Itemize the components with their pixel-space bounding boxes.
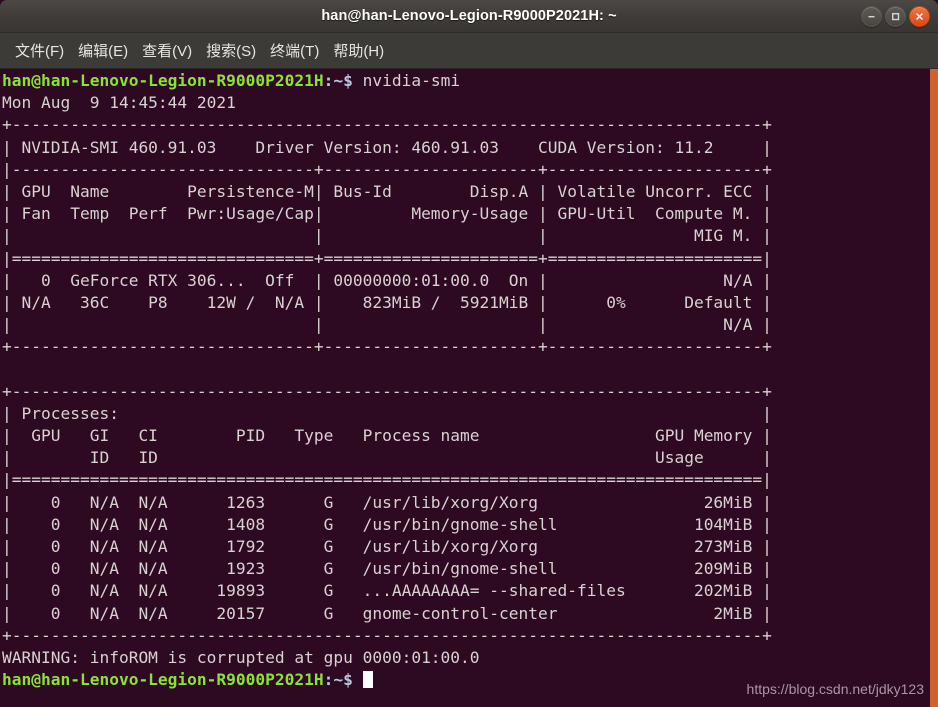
smi-line: | N/A 36C P8 12W / N/A | 823MiB / 5921Mi… [2, 292, 772, 312]
smi-line: | GPU GI CI PID Type Process name GPU Me… [2, 426, 772, 445]
smi-line: +---------------------------------------… [2, 625, 772, 645]
smi-line: | 0 GeForce RTX 306... Off | 00000000:01… [2, 270, 772, 290]
terminal-output[interactable]: han@han-Lenovo-Legion-R9000P2021H:~$ nvi… [0, 69, 930, 707]
smi-line: +---------------------------------------… [2, 115, 772, 135]
text-cursor[interactable] [362, 671, 373, 689]
command-line: han@han-Lenovo-Legion-R9000P2021H:~$ nvi… [2, 70, 930, 92]
smi-line: +---------------------------------------… [2, 381, 772, 401]
smi-line: | Fan Temp Perf Pwr:Usage/Cap| Memory-Us… [2, 204, 772, 224]
final-prompt-separator: : [323, 670, 334, 690]
prompt-sigil: $ [343, 71, 353, 90]
smi-line: |-------------------------------+-------… [2, 159, 772, 179]
warning-line: WARNING: infoROM is corrupted at gpu 000… [2, 647, 480, 667]
smi-line: | 0 N/A N/A 1923 G /usr/bin/gnome-shell … [2, 559, 772, 579]
smi-line: |===============================+=======… [2, 248, 772, 268]
close-icon[interactable] [909, 5, 930, 27]
smi-line: | | | N/A | [2, 315, 772, 335]
smi-line: | 0 N/A N/A 20157 G gnome-control-center… [2, 603, 772, 623]
smi-line [2, 358, 930, 380]
smi-line: | 0 N/A N/A 1408 G /usr/bin/gnome-shell … [2, 514, 772, 534]
menu-item-search[interactable]: 搜索(S) [199, 37, 263, 64]
smi-line: +-------------------------------+-------… [2, 337, 772, 357]
smi-line: | Processes: | [2, 403, 772, 423]
prompt-user-host: han@han-Lenovo-Legion-R9000P2021H [2, 71, 324, 90]
prompt-separator: : [323, 71, 334, 90]
final-prompt-sigil: $ [343, 670, 353, 690]
menu-item-edit[interactable]: 编辑(E) [71, 37, 135, 64]
smi-ascii-output: +---------------------------------------… [2, 114, 930, 647]
smi-line: | 0 N/A N/A 1792 G /usr/lib/xorg/Xorg 27… [2, 536, 772, 556]
smi-timestamp: Mon Aug 9 14:45:44 2021 [2, 93, 236, 113]
prompt-path: ~ [333, 71, 344, 90]
window-title: han@han-Lenovo-Legion-R9000P2021H: ~ [321, 8, 617, 24]
menu-item-help[interactable]: 帮助(H) [326, 37, 391, 64]
smi-line: | ID ID Usage | [2, 448, 772, 468]
terminal-area[interactable]: han@han-Lenovo-Legion-R9000P2021H:~$ nvi… [0, 69, 938, 707]
terminal-window: han@han-Lenovo-Legion-R9000P2021H: ~ 文件(… [0, 0, 938, 707]
window-controls [861, 0, 930, 32]
menu-bar: 文件(F) 编辑(E) 查看(V) 搜索(S) 终端(T) 帮助(H) [0, 33, 938, 69]
smi-line: | | | MIG M. | [2, 226, 772, 246]
final-prompt-path: ~ [333, 670, 344, 690]
menu-item-file[interactable]: 文件(F) [8, 37, 71, 64]
smi-line: | NVIDIA-SMI 460.91.03 Driver Version: 4… [2, 137, 772, 157]
typed-command: nvidia-smi [362, 71, 461, 90]
menu-item-terminal[interactable]: 终端(T) [263, 37, 326, 64]
final-prompt-space [353, 670, 363, 689]
title-bar[interactable]: han@han-Lenovo-Legion-R9000P2021H: ~ [0, 0, 938, 33]
final-prompt-user-host: han@han-Lenovo-Legion-R9000P2021H [2, 670, 324, 690]
smi-line: | GPU Name Persistence-M| Bus-Id Disp.A … [2, 181, 772, 201]
watermark: https://blog.csdn.net/jdky123 [746, 681, 924, 697]
smi-line: |=======================================… [2, 470, 772, 490]
minimize-icon[interactable] [861, 5, 882, 27]
smi-line: | 0 N/A N/A 1263 G /usr/lib/xorg/Xorg 26… [2, 492, 772, 512]
scrollbar[interactable] [930, 69, 938, 707]
smi-line: | 0 N/A N/A 19893 G ...AAAAAAAA= --share… [2, 581, 772, 601]
menu-item-view[interactable]: 查看(V) [135, 37, 199, 64]
maximize-icon[interactable] [885, 5, 906, 27]
